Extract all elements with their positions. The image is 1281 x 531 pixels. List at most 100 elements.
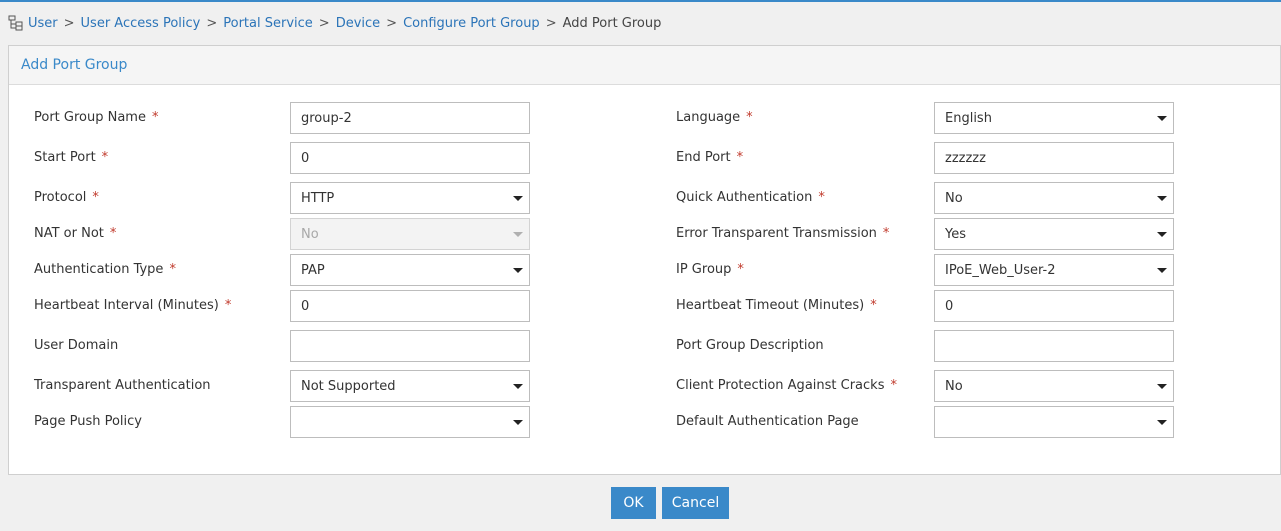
required-asterisk: * — [109, 226, 117, 241]
port-group-name-value: group-2 — [301, 110, 352, 126]
breadcrumb-link-user[interactable]: User — [28, 16, 58, 31]
ip-group-select[interactable]: IPoE_Web_User-2 — [934, 254, 1174, 286]
breadcrumb-current: Add Port Group — [562, 15, 662, 31]
client-protection-against-cracks-label: Client Protection Against Cracks * — [676, 378, 897, 394]
end-port-value: zzzzzz — [945, 150, 986, 166]
authentication-type-select[interactable]: PAP — [290, 254, 530, 286]
heartbeat-interval-minutes-input[interactable]: 0 — [290, 290, 530, 322]
transparent-authentication-value: Not Supported — [301, 378, 396, 394]
port-group-name-label: Port Group Name * — [34, 110, 158, 126]
required-asterisk: * — [737, 262, 744, 277]
chevron-down-icon — [1157, 232, 1167, 237]
language-select[interactable]: English — [934, 102, 1174, 134]
language-value: English — [945, 110, 992, 126]
heartbeat-timeout-minutes-label: Heartbeat Timeout (Minutes) * — [676, 298, 877, 314]
breadcrumb-link-user-access-policy[interactable]: User Access Policy — [81, 16, 201, 31]
start-port-value: 0 — [301, 150, 310, 166]
start-port-label-text: Start Port — [34, 150, 96, 165]
quick-authentication-label-text: Quick Authentication — [676, 190, 813, 205]
error-transparent-transmission-label-text: Error Transparent Transmission — [676, 226, 877, 241]
page-push-policy-label: Page Push Policy — [34, 414, 142, 430]
heartbeat-timeout-minutes-input[interactable]: 0 — [934, 290, 1174, 322]
chevron-down-icon — [1157, 420, 1167, 425]
end-port-label: End Port * — [676, 150, 743, 166]
ip-group-label: IP Group * — [676, 262, 744, 278]
user-domain-input[interactable] — [290, 330, 530, 362]
transparent-authentication-label-text: Transparent Authentication — [34, 378, 211, 393]
transparent-authentication-label: Transparent Authentication — [34, 378, 211, 394]
protocol-value: HTTP — [301, 190, 335, 206]
page-push-policy-select[interactable] — [290, 406, 530, 438]
breadcrumb-link-configure-port-group[interactable]: Configure Port Group — [403, 16, 540, 31]
required-asterisk: * — [882, 226, 890, 241]
breadcrumb-link-portal-service[interactable]: Portal Service — [223, 16, 313, 31]
chevron-down-icon — [1157, 116, 1167, 121]
heartbeat-timeout-minutes-value: 0 — [945, 298, 954, 314]
port-group-name-input[interactable]: group-2 — [290, 102, 530, 134]
start-port-label: Start Port * — [34, 150, 108, 166]
top-accent-line — [0, 0, 1281, 2]
nat-or-not-select: No — [290, 218, 530, 250]
heartbeat-interval-minutes-value: 0 — [301, 298, 310, 314]
chevron-down-icon — [1157, 268, 1167, 273]
chevron-down-icon — [513, 268, 523, 273]
cancel-button[interactable]: Cancel — [662, 487, 729, 519]
error-transparent-transmission-select[interactable]: Yes — [934, 218, 1174, 250]
client-protection-against-cracks-value: No — [945, 378, 963, 394]
quick-authentication-value: No — [945, 190, 963, 206]
client-protection-against-cracks-select[interactable]: No — [934, 370, 1174, 402]
chevron-down-icon — [1157, 196, 1167, 201]
required-asterisk: * — [818, 190, 825, 205]
chevron-down-icon — [513, 384, 523, 389]
breadcrumb-link-device[interactable]: Device — [336, 16, 380, 31]
ip-group-label-text: IP Group — [676, 262, 732, 277]
breadcrumb: User > User Access Policy > Portal Servi… — [8, 13, 661, 33]
required-asterisk: * — [224, 298, 232, 313]
nat-or-not-label: NAT or Not * — [34, 226, 116, 242]
user-domain-label-text: User Domain — [34, 338, 119, 353]
ip-group-value: IPoE_Web_User-2 — [945, 262, 1056, 278]
client-protection-against-cracks-label-text: Client Protection Against Cracks — [676, 378, 885, 393]
default-authentication-page-label-text: Default Authentication Page — [676, 414, 859, 429]
port-group-description-label: Port Group Description — [676, 338, 824, 354]
nat-or-not-value: No — [301, 226, 319, 242]
heartbeat-timeout-minutes-label-text: Heartbeat Timeout (Minutes) — [676, 298, 865, 313]
protocol-select[interactable]: HTTP — [290, 182, 530, 214]
required-asterisk: * — [890, 378, 897, 393]
end-port-input[interactable]: zzzzzz — [934, 142, 1174, 174]
chevron-down-icon — [513, 232, 523, 237]
breadcrumb-separator: > — [545, 15, 557, 31]
error-transparent-transmission-value: Yes — [945, 226, 966, 242]
quick-authentication-select[interactable]: No — [934, 182, 1174, 214]
protocol-label-text: Protocol — [34, 190, 87, 205]
ok-button[interactable]: OK — [611, 487, 656, 519]
required-asterisk: * — [151, 110, 159, 125]
default-authentication-page-label: Default Authentication Page — [676, 414, 859, 430]
language-label: Language * — [676, 110, 753, 126]
authentication-type-value: PAP — [301, 262, 325, 278]
breadcrumb-separator: > — [206, 15, 218, 31]
error-transparent-transmission-label: Error Transparent Transmission * — [676, 226, 889, 242]
default-authentication-page-select[interactable] — [934, 406, 1174, 438]
transparent-authentication-select[interactable]: Not Supported — [290, 370, 530, 402]
port-group-description-input[interactable] — [934, 330, 1174, 362]
authentication-type-label-text: Authentication Type — [34, 262, 164, 277]
required-asterisk: * — [169, 262, 176, 277]
required-asterisk: * — [92, 190, 99, 205]
chevron-down-icon — [513, 420, 523, 425]
breadcrumb-separator: > — [63, 15, 75, 31]
start-port-input[interactable]: 0 — [290, 142, 530, 174]
quick-authentication-label: Quick Authentication * — [676, 190, 825, 206]
nat-or-not-label-text: NAT or Not — [34, 226, 104, 241]
required-asterisk: * — [101, 150, 109, 165]
panel-title: Add Port Group — [9, 46, 1280, 85]
chevron-down-icon — [513, 196, 523, 201]
protocol-label: Protocol * — [34, 190, 99, 206]
heartbeat-interval-minutes-label: Heartbeat Interval (Minutes) * — [34, 298, 231, 314]
port-group-description-label-text: Port Group Description — [676, 338, 824, 353]
end-port-label-text: End Port — [676, 150, 731, 165]
chevron-down-icon — [1157, 384, 1167, 389]
breadcrumb-separator: > — [318, 15, 330, 31]
required-asterisk: * — [870, 298, 877, 313]
user-domain-label: User Domain — [34, 338, 118, 354]
